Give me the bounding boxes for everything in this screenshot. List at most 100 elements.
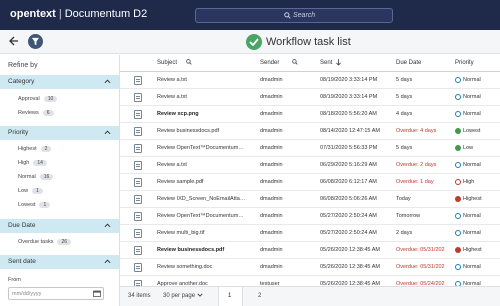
filter-item-lowest[interactable]: Lowest 1 bbox=[18, 202, 51, 208]
table-row[interactable]: Review a.txt dmadmin 08/19/2020 3:33:14 PM… bbox=[120, 72, 500, 89]
cell-sent: 05/27/2020 2:50:24 AM bbox=[320, 213, 377, 219]
table-row[interactable]: Review OpenText™Documentum… dmadmin 07/31/… bbox=[120, 140, 500, 157]
cell-subject[interactable]: Review multi_big.tif bbox=[157, 230, 253, 236]
column-due-date[interactable]: Due Date bbox=[396, 60, 421, 66]
cell-subject[interactable]: Review a.txt bbox=[157, 94, 253, 100]
search-icon[interactable] bbox=[284, 12, 291, 21]
chevron-up-icon[interactable] bbox=[104, 130, 111, 137]
cell-subject[interactable]: Review a.txt bbox=[157, 162, 253, 168]
table-row[interactable]: Review something.doc dmadmin 05/26/2020 12… bbox=[120, 259, 500, 276]
cell-subject[interactable]: Review something.doc bbox=[157, 264, 253, 270]
cell-due-date: 2 days bbox=[396, 230, 413, 236]
cell-sent: 05/26/2020 12:38:45 AM bbox=[320, 247, 380, 253]
cell-subject[interactable]: Review sample.pdf bbox=[157, 179, 253, 185]
cell-subject[interactable]: Review xcp.png bbox=[157, 111, 253, 117]
filter-item-reviews[interactable]: Reviews 6 bbox=[18, 110, 54, 116]
cell-subject[interactable]: Review businessdocs.pdf bbox=[157, 128, 253, 134]
from-date-input[interactable] bbox=[8, 287, 104, 300]
chevron-up-icon[interactable] bbox=[104, 79, 111, 86]
count-badge: 1 bbox=[39, 202, 51, 208]
brand-main: opentext bbox=[10, 8, 56, 20]
cell-sent: 05/27/2020 2:50:24 AM bbox=[320, 230, 377, 236]
filter-item-high[interactable]: High 14 bbox=[18, 160, 47, 166]
filter-item-low[interactable]: Low 1 bbox=[18, 188, 43, 194]
cell-sender: dmadmin bbox=[260, 264, 283, 270]
cell-sender: dmadmin bbox=[260, 247, 283, 253]
section-category[interactable]: Category bbox=[0, 75, 119, 89]
column-sent[interactable]: Sent bbox=[320, 60, 332, 66]
brand-logo[interactable]: opentext | Documentum D2 bbox=[10, 8, 147, 20]
cell-subject[interactable]: Review businessdocs.pdf bbox=[157, 247, 253, 253]
table-row[interactable]: Review multi_big.tif dmadmin 05/27/2020 2:… bbox=[120, 225, 500, 242]
filter-item-overdue[interactable]: Overdue tasks 26 bbox=[18, 239, 72, 245]
table-row[interactable]: Review IXD_Screen_NoEmailAtta… dmadmin 06/… bbox=[120, 191, 500, 208]
cell-priority: Lowest bbox=[463, 128, 481, 134]
page-1-button[interactable]: 1 bbox=[218, 287, 243, 306]
priority-normal-icon bbox=[455, 111, 461, 117]
table-row[interactable]: Review businessdocs.pdf dmadmin 05/26/2020… bbox=[120, 242, 500, 259]
count-badge: 26 bbox=[57, 239, 72, 245]
cell-sender: dmadmin bbox=[260, 230, 283, 236]
document-icon bbox=[134, 178, 142, 187]
priority-normal-icon bbox=[455, 230, 461, 236]
back-arrow-icon[interactable] bbox=[9, 36, 19, 48]
sort-down-arrow-icon[interactable] bbox=[336, 59, 341, 68]
table-row[interactable]: Review a.txt dmadmin 06/29/2020 5:16:29 AM… bbox=[120, 157, 500, 174]
document-icon bbox=[134, 93, 142, 102]
cell-priority: Normal bbox=[463, 162, 481, 168]
filter-item-approval[interactable]: Approval 10 bbox=[18, 96, 58, 102]
chevron-up-icon[interactable] bbox=[104, 259, 111, 266]
page-title: Workflow task list bbox=[266, 36, 351, 48]
section-label: Due Date bbox=[8, 222, 36, 229]
filter-item-highest[interactable]: Highest 2 bbox=[18, 146, 52, 152]
filter-item-normal[interactable]: Normal 16 bbox=[18, 174, 54, 180]
section-priority[interactable]: Priority bbox=[0, 126, 119, 140]
count-badge: 1 bbox=[32, 188, 43, 194]
count-badge: 16 bbox=[39, 174, 54, 180]
pagination-bar: 34 items 30 per page 1 2 bbox=[120, 286, 500, 306]
cell-subject[interactable]: Review OpenText™Documentum… bbox=[157, 145, 253, 151]
calendar-icon[interactable] bbox=[93, 290, 101, 299]
per-page-select[interactable]: 30 per page bbox=[163, 293, 203, 299]
priority-high-icon bbox=[455, 179, 461, 185]
cell-sender: dmadmin bbox=[260, 77, 283, 83]
cell-subject[interactable]: Review a.txt bbox=[157, 77, 253, 83]
cell-due-date: 4 days bbox=[396, 111, 413, 117]
cell-subject[interactable]: Review OpenText™Documentum… bbox=[157, 213, 253, 219]
brand-product: Documentum D2 bbox=[64, 8, 148, 20]
table-row[interactable]: Review OpenText™Documentum… dmadmin 05/27/… bbox=[120, 208, 500, 225]
cell-due-date: Overdue: 1 day bbox=[396, 179, 434, 185]
search-icon[interactable] bbox=[292, 59, 298, 67]
column-sender[interactable]: Sender bbox=[260, 60, 279, 66]
refine-sidebar: Refine by Category Approval 10 Reviews 6 P… bbox=[0, 55, 120, 306]
document-icon bbox=[134, 161, 142, 170]
item-count: 34 items bbox=[128, 293, 151, 299]
chevron-up-icon[interactable] bbox=[104, 223, 111, 230]
search-icon[interactable] bbox=[186, 59, 192, 67]
table-row[interactable]: Approve another.doc testuser 05/26/2020 12… bbox=[120, 276, 500, 286]
brand-separator: | bbox=[58, 8, 62, 20]
table-row[interactable]: Review sample.pdf dmadmin 06/08/2020 6:12:… bbox=[120, 174, 500, 191]
cell-sent: 05/26/2020 12:38:45 AM bbox=[320, 264, 380, 270]
document-icon bbox=[134, 263, 142, 272]
section-due-date[interactable]: Due Date bbox=[0, 219, 119, 233]
cell-subject[interactable]: Review IXD_Screen_NoEmailAtta… bbox=[157, 196, 253, 202]
table-row[interactable]: Review a.txt dmadmin 08/19/2020 3:33:14 PM… bbox=[120, 89, 500, 106]
column-priority[interactable]: Priority bbox=[455, 60, 474, 66]
from-label: From bbox=[8, 277, 21, 283]
column-subject[interactable]: Subject bbox=[157, 60, 177, 66]
section-label: Category bbox=[8, 78, 35, 85]
count-badge: 10 bbox=[43, 96, 58, 102]
cell-priority: Normal bbox=[463, 94, 481, 100]
priority-low-icon bbox=[455, 145, 461, 151]
cell-priority: Normal bbox=[463, 230, 481, 236]
filter-button[interactable] bbox=[28, 34, 43, 49]
table-row[interactable]: Review businessdocs.pdf dmadmin 08/14/2020… bbox=[120, 123, 500, 140]
cell-sent: 06/08/2020 6:12:17 AM bbox=[320, 179, 377, 185]
table-row[interactable]: Review xcp.png dmadmin 08/18/2020 5:56:20 … bbox=[120, 106, 500, 123]
search-box[interactable]: Search bbox=[195, 8, 393, 23]
section-sent-date[interactable]: Sent date bbox=[0, 255, 119, 269]
page-2-button[interactable]: 2 bbox=[258, 293, 261, 299]
cell-sent: 06/08/2020 5:06:26 AM bbox=[320, 196, 377, 202]
priority-normal-icon bbox=[455, 264, 461, 270]
